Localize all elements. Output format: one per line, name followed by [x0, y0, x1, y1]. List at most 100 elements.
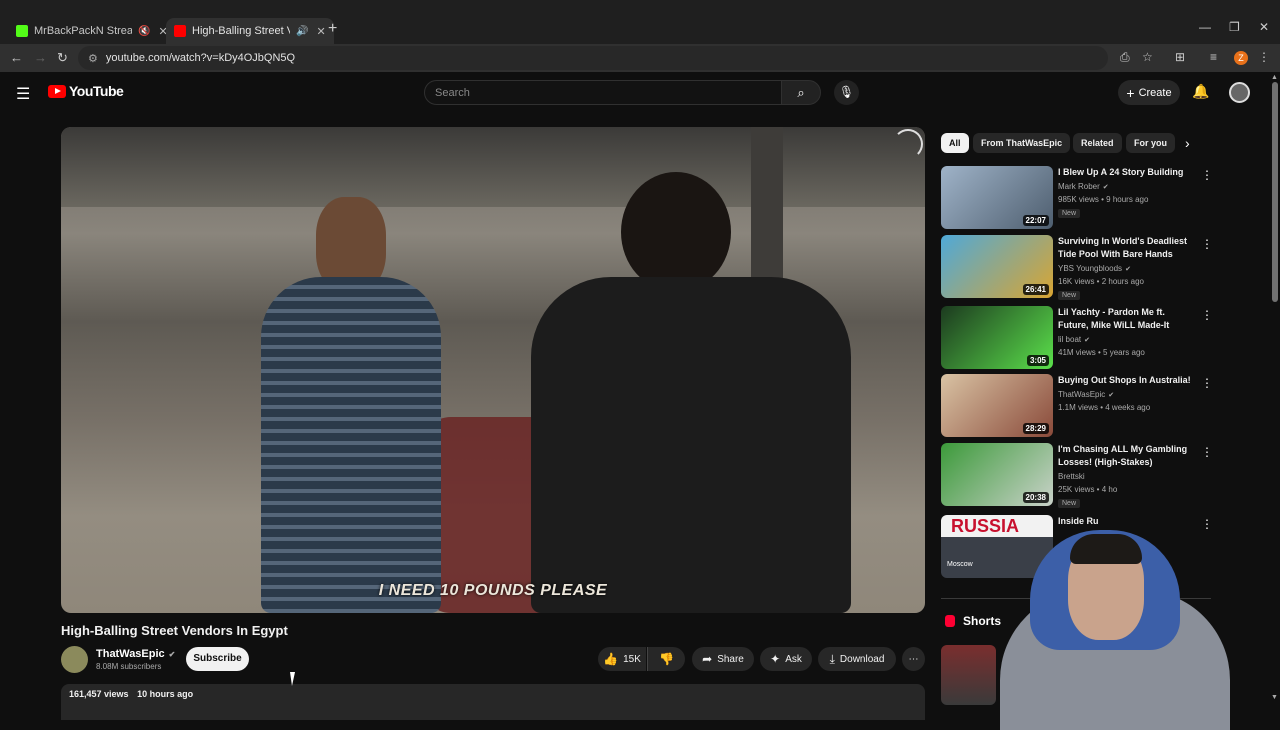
chip-related[interactable]: Related [1073, 133, 1122, 153]
new-badge: New [1058, 209, 1081, 218]
chip-all[interactable]: All [941, 133, 969, 153]
chip-from-channel[interactable]: From ThatWasEpic [973, 133, 1071, 153]
ask-label: Ask [785, 653, 802, 665]
install-app-icon[interactable]: ⎙ [1120, 50, 1130, 65]
voice-search-button[interactable]: 🎙 [834, 80, 859, 105]
forward-arrow-icon[interactable]: → [34, 50, 47, 65]
upload-age: 10 hours ago [137, 689, 194, 699]
download-icon: ⤓ [829, 651, 835, 666]
create-label: Create [1138, 86, 1172, 99]
more-vertical-icon[interactable]: ⋮ [1201, 445, 1213, 459]
youtube-logo[interactable]: YouTube [48, 83, 124, 99]
ask-button[interactable]: ✦ Ask [760, 647, 812, 671]
subscribe-button[interactable]: Subscribe [186, 647, 249, 671]
video-thumbnail[interactable]: 20:38 [941, 443, 1053, 506]
sparkle-icon: ✦ [770, 652, 781, 666]
recommendation-item[interactable]: 22:07 I Blew Up A 24 Story Building Mark… [941, 166, 1213, 230]
more-actions-button[interactable]: ⋯ [902, 647, 925, 671]
duration-badge: 20:38 [1022, 492, 1049, 503]
duration-badge: 22:07 [1022, 215, 1049, 226]
create-button[interactable]: + Create [1118, 80, 1180, 105]
share-button[interactable]: ➦ Share [692, 647, 754, 671]
recommendation-channel-text: YBS Youngbloods [1058, 264, 1123, 273]
youtube-play-icon [48, 84, 66, 98]
minimize-icon[interactable]: — [1199, 20, 1211, 34]
recommendation-channel[interactable]: YBS Youngbloods ✔ [1058, 264, 1131, 273]
video-frame-vendor [261, 277, 441, 613]
browser-menu-icon[interactable]: ⋮ [1258, 50, 1270, 64]
page-scrollbar[interactable] [1270, 72, 1280, 720]
reload-icon[interactable]: ↻ [57, 50, 68, 66]
extensions-icon[interactable]: ⊞ [1175, 50, 1185, 64]
recommendation-title[interactable]: Lil Yachty - Pardon Me ft. Future, Mike … [1058, 306, 1193, 332]
recommendation-item[interactable]: 3:05 Lil Yachty - Pardon Me ft. Future, … [941, 306, 1213, 370]
speaker-icon[interactable]: 🔊 [296, 26, 308, 37]
recommendation-channel[interactable]: ThatWasEpic ✔ [1058, 390, 1114, 399]
bookmark-star-icon[interactable]: ☆ [1142, 50, 1153, 64]
video-thumbnail[interactable]: 3:05 [941, 306, 1053, 369]
like-button[interactable]: 👍 15K [598, 647, 646, 671]
microphone-icon: 🎙 [838, 85, 855, 99]
hamburger-menu-icon[interactable]: ☰ [16, 84, 30, 104]
video-player[interactable]: I NEED 10 POUNDS PLEASE [61, 127, 925, 613]
account-avatar[interactable] [1229, 82, 1250, 103]
recommendation-title[interactable]: Buying Out Shops In Australia! [1058, 374, 1193, 387]
recommendation-title[interactable]: Surviving In World's Deadliest Tide Pool… [1058, 235, 1193, 261]
dislike-button[interactable]: 👎 [647, 647, 685, 671]
search-input[interactable]: Search [424, 80, 782, 105]
scroll-down-arrow-icon[interactable]: ▼ [1271, 694, 1278, 701]
verified-check-icon: ✔ [1084, 337, 1090, 344]
browser-profile-avatar[interactable]: Z [1234, 51, 1248, 65]
recommendation-item[interactable]: 28:29 Buying Out Shops In Australia! Tha… [941, 374, 1213, 438]
recommendation-meta: 41M views • 5 years ago [1058, 348, 1145, 357]
recommendation-title[interactable]: I Blew Up A 24 Story Building [1058, 166, 1193, 179]
browser-tab-video[interactable]: High-Balling Street Vendors 🔊 ✕ [166, 18, 334, 44]
recommendation-channel-text: lil boat [1058, 335, 1082, 344]
more-vertical-icon[interactable]: ⋮ [1201, 308, 1213, 322]
scroll-up-arrow-icon[interactable]: ▲ [1271, 74, 1278, 81]
recommendation-channel[interactable]: Brettski [1058, 472, 1085, 481]
more-vertical-icon[interactable]: ⋮ [1201, 376, 1213, 390]
chevron-right-icon[interactable]: › [1185, 135, 1190, 151]
video-frame-host-head [621, 172, 731, 292]
channel-avatar[interactable] [61, 646, 88, 673]
video-thumbnail[interactable]: 22:07 [941, 166, 1053, 229]
video-thumbnail[interactable]: 28:29 [941, 374, 1053, 437]
webcam-person-hair [1070, 534, 1142, 564]
recommendation-title[interactable]: I'm Chasing ALL My Gambling Losses! (Hig… [1058, 443, 1193, 469]
plus-icon: + [1126, 84, 1135, 101]
muted-speaker-icon[interactable]: 🔇 [138, 26, 150, 37]
channel-name[interactable]: ThatWasEpic ✔ [96, 648, 175, 660]
video-thumbnail[interactable]: 26:41 [941, 235, 1053, 298]
verified-check-icon: ✔ [1125, 266, 1131, 273]
share-label: Share [717, 653, 744, 665]
new-tab-icon[interactable]: + [328, 20, 337, 38]
back-arrow-icon[interactable]: ← [10, 50, 23, 65]
search-icon: ⌕ [797, 85, 805, 100]
more-vertical-icon[interactable]: ⋮ [1201, 168, 1213, 182]
notifications-bell-icon[interactable]: 🔔 [1192, 83, 1209, 100]
media-controls-icon[interactable]: ≡ [1210, 50, 1217, 64]
recommendation-channel[interactable]: lil boat ✔ [1058, 335, 1090, 344]
verified-check-icon: ✔ [1102, 184, 1109, 191]
description-box[interactable]: 161,457 views 10 hours ago [61, 684, 925, 720]
recommendation-channel[interactable]: Mark Rober ✔ [1058, 182, 1109, 191]
chip-for-you[interactable]: For you [1126, 133, 1175, 153]
tab-title: High-Balling Street Vendors [192, 25, 290, 37]
site-info-icon[interactable]: ⚙ [88, 52, 98, 65]
verified-check-icon: ✔ [168, 650, 176, 659]
address-bar[interactable]: ⚙ youtube.com/watch?v=kDy4OJbQN5Q [78, 46, 1108, 70]
recommendation-item[interactable]: 20:38 I'm Chasing ALL My Gambling Losses… [941, 443, 1213, 508]
download-button[interactable]: ⤓ Download [818, 647, 896, 671]
scrollbar-thumb[interactable] [1272, 82, 1278, 302]
more-vertical-icon[interactable]: ⋮ [1201, 237, 1213, 251]
search-button[interactable]: ⌕ [781, 80, 821, 105]
maximize-icon[interactable]: ❐ [1229, 20, 1240, 34]
recommendation-meta: 1.1M views • 4 weeks ago [1058, 403, 1151, 412]
shorts-logo-icon [945, 615, 955, 627]
tab-title: MrBackPackN Stream - Wa [34, 25, 132, 37]
recommendation-item[interactable]: 26:41 Surviving In World's Deadliest Tid… [941, 235, 1213, 300]
close-tab-icon[interactable]: ✕ [316, 25, 325, 38]
browser-tab-stream[interactable]: MrBackPackN Stream - Wa 🔇 ✕ [8, 18, 176, 44]
close-window-icon[interactable]: ✕ [1259, 20, 1269, 34]
